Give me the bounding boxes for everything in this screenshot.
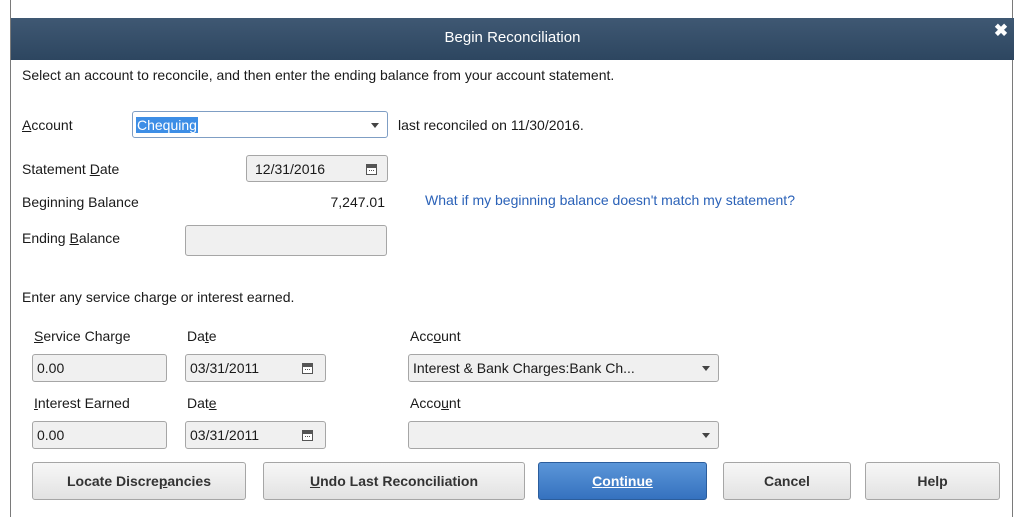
service-charge-account-select[interactable]: Interest & Bank Charges:Bank Ch... xyxy=(408,354,719,382)
calendar-icon[interactable] xyxy=(302,430,313,441)
account-label: Account xyxy=(22,117,73,133)
continue-button[interactable]: Continue xyxy=(538,462,707,500)
last-reconciled-text: last reconciled on 11/30/2016. xyxy=(398,117,584,133)
cancel-button[interactable]: Cancel xyxy=(723,462,851,500)
interest-earned-date-field[interactable]: 03/31/2011 xyxy=(185,421,326,449)
account-select-value: Chequing xyxy=(136,117,198,133)
statement-date-label: Statement Date xyxy=(22,161,120,177)
dialog-title: Begin Reconciliation xyxy=(444,29,581,46)
ending-balance-label: Ending Balance xyxy=(22,230,121,246)
interest-earned-date-label: Date xyxy=(187,395,217,411)
title-bar[interactable]: Begin Reconciliation ✖ xyxy=(11,18,1014,60)
left-margin xyxy=(0,0,10,517)
close-icon[interactable]: ✖ xyxy=(992,22,1010,40)
service-charge-label: Service Charge xyxy=(34,328,131,344)
instructions-text: Select an account to reconcile, and then… xyxy=(22,67,615,83)
charges-instructions-text: Enter any service charge or interest ear… xyxy=(22,289,295,305)
chevron-down-icon[interactable] xyxy=(702,366,710,371)
interest-earned-input[interactable]: 0.00 xyxy=(32,421,167,449)
interest-earned-account-select[interactable] xyxy=(408,421,719,449)
service-charge-input[interactable]: 0.00 xyxy=(32,354,167,382)
interest-earned-label: Interest Earned xyxy=(34,395,130,411)
ending-balance-input[interactable] xyxy=(185,225,387,256)
statement-date-value: 12/31/2016 xyxy=(255,161,326,177)
help-button[interactable]: Help xyxy=(865,462,1000,500)
undo-last-reconciliation-button[interactable]: Undo Last Reconciliation xyxy=(263,462,525,500)
chevron-down-icon[interactable] xyxy=(702,433,710,438)
calendar-icon[interactable] xyxy=(366,164,377,175)
statement-date-field[interactable]: 12/31/2016 xyxy=(246,155,388,182)
locate-discrepancies-button[interactable]: Locate Discrepancies xyxy=(32,462,246,500)
begin-reconciliation-dialog: Begin Reconciliation ✖ Select an account… xyxy=(0,0,1018,517)
beginning-balance-label: Beginning Balance xyxy=(22,194,139,210)
interest-earned-account-label: Account xyxy=(410,395,461,411)
service-charge-date-label: Date xyxy=(187,328,217,344)
service-charge-date-field[interactable]: 03/31/2011 xyxy=(185,354,326,382)
beginning-balance-value: 7,247.01 xyxy=(330,194,386,210)
chevron-down-icon[interactable] xyxy=(371,123,379,128)
account-select[interactable]: Chequing xyxy=(132,111,388,138)
calendar-icon[interactable] xyxy=(302,363,313,374)
beginning-balance-help-link[interactable]: What if my beginning balance doesn't mat… xyxy=(425,192,795,208)
service-charge-account-label: Account xyxy=(410,328,461,344)
